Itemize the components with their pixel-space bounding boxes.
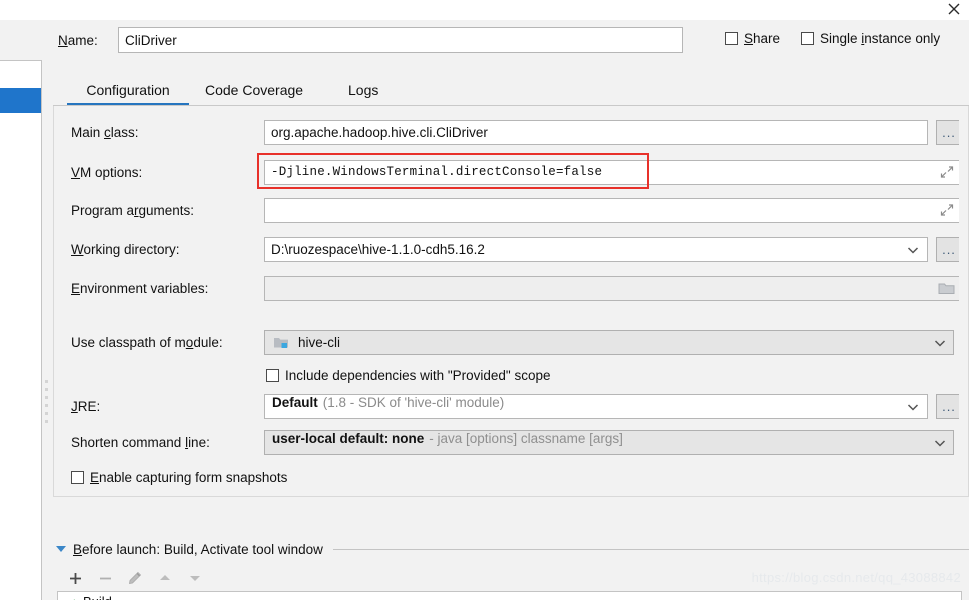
ellipsis-icon: ... (942, 241, 956, 257)
run-configuration-dialog: Name: Share Single instance only Configu… (0, 0, 969, 600)
build-check-icon (64, 597, 76, 600)
shorten-command-line-value: user-local default: none (272, 431, 425, 446)
tree-selected-item[interactable] (0, 88, 41, 113)
jre-hint: (1.8 - SDK of 'hive-cli' module) (322, 395, 505, 410)
triangle-down-icon[interactable] (56, 546, 66, 552)
splitter-handle-dots (45, 380, 50, 424)
module-name: hive-cli (298, 335, 341, 350)
ellipsis-icon: ... (942, 124, 956, 140)
before-launch-task-list[interactable]: Build (57, 591, 962, 600)
shorten-command-line-hint: - java [options] classname [args] (429, 431, 623, 446)
environment-variables-label: Environment variables: (71, 281, 209, 296)
form-scrollbar[interactable] (959, 108, 968, 496)
before-launch-section: Before launch: Build, Activate tool wind… (53, 538, 969, 560)
include-deps-checkbox-box[interactable] (266, 369, 279, 382)
working-directory-input[interactable]: D:\ruozespace\hive-1.1.0-cdh5.16.2 (264, 237, 928, 262)
module-folder-icon (273, 336, 290, 350)
vm-options-input[interactable]: -Djline.WindowsTerminal.directConsole=fa… (264, 160, 964, 185)
configuration-form: Main class: org.apache.hadoop.hive.cli.C… (53, 106, 969, 497)
tab-bar: Configuration Code Coverage Logs (53, 76, 969, 106)
configuration-name-input[interactable] (118, 27, 683, 53)
move-down-button[interactable] (180, 567, 210, 589)
configurations-tree-panel[interactable] (0, 60, 42, 600)
shorten-command-line-combo[interactable]: user-local default: none - java [options… (264, 430, 954, 455)
single-instance-label: Single instance only (820, 31, 941, 46)
before-launch-toolbar (60, 566, 280, 590)
expand-diagonal-icon[interactable] (940, 203, 954, 217)
ellipsis-icon: ... (942, 398, 956, 414)
share-checkbox-box[interactable] (725, 32, 738, 45)
move-up-button[interactable] (150, 567, 180, 589)
watermark-text: https://blog.csdn.net/qq_43088842 (751, 570, 961, 585)
single-instance-checkbox-box[interactable] (801, 32, 814, 45)
single-instance-only-checkbox[interactable]: Single instance only (801, 31, 940, 46)
vm-options-label: VM options: (71, 165, 143, 180)
include-deps-label: Include dependencies with "Provided" sco… (285, 368, 551, 383)
enable-form-snapshots-label: Enable capturing form snapshots (90, 470, 288, 485)
tab-configuration[interactable]: Configuration (67, 76, 189, 106)
before-launch-divider (332, 548, 969, 550)
chevron-down-icon[interactable] (905, 242, 921, 258)
main-class-label: Main class: (71, 125, 139, 140)
jre-combo[interactable]: Default (1.8 - SDK of 'hive-cli' module) (264, 394, 928, 419)
share-checkbox[interactable]: Share (725, 31, 780, 46)
program-arguments-input[interactable] (264, 198, 964, 223)
main-class-input[interactable]: org.apache.hadoop.hive.cli.CliDriver (264, 120, 928, 145)
module-combo[interactable]: hive-cli (264, 330, 954, 355)
chevron-down-icon[interactable] (905, 399, 921, 415)
before-launch-title[interactable]: Before launch: Build, Activate tool wind… (73, 542, 323, 557)
chevron-down-icon[interactable] (932, 435, 948, 451)
close-icon[interactable] (945, 1, 963, 17)
program-arguments-label: Program arguments: (71, 203, 195, 218)
enable-form-snapshots-checkbox-box[interactable] (71, 471, 84, 484)
enable-form-snapshots-checkbox[interactable]: Enable capturing form snapshots (71, 470, 287, 485)
list-item[interactable]: Build (64, 594, 112, 600)
working-directory-label: Working directory: (71, 242, 180, 257)
title-bar (0, 0, 969, 20)
remove-button[interactable] (90, 567, 120, 589)
edit-button[interactable] (120, 567, 150, 589)
add-button[interactable] (60, 567, 90, 589)
share-label: Share (744, 31, 781, 46)
chevron-down-icon[interactable] (932, 335, 948, 351)
list-item-label: Build (83, 594, 112, 600)
environment-variables-input[interactable] (264, 276, 964, 301)
folder-icon[interactable] (938, 281, 956, 296)
use-classpath-module-label: Use classpath of module: (71, 335, 223, 350)
tab-code-coverage[interactable]: Code Coverage (205, 76, 303, 106)
jre-label: JRE: (71, 399, 101, 414)
jre-value: Default (272, 395, 318, 410)
name-row: Name: Share Single instance only (53, 24, 969, 60)
name-label: Name: (58, 33, 98, 48)
include-provided-dependencies-checkbox[interactable]: Include dependencies with "Provided" sco… (266, 368, 551, 383)
shorten-command-line-label: Shorten command line: (71, 435, 210, 450)
expand-diagonal-icon[interactable] (940, 165, 954, 179)
tab-logs[interactable]: Logs (348, 76, 378, 106)
panel-splitter[interactable] (43, 60, 53, 600)
